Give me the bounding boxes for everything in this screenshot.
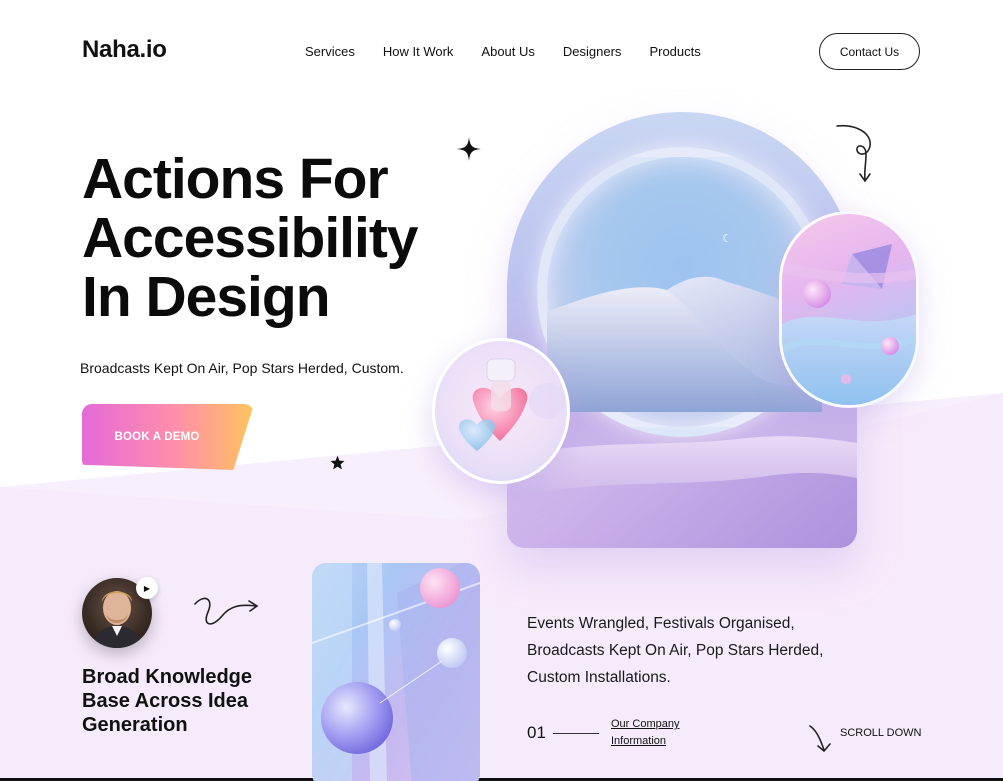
contact-us-button[interactable]: Contact Us (819, 33, 920, 70)
nav-about-us[interactable]: About Us (481, 44, 534, 59)
sparkle-icon (457, 137, 481, 161)
company-info-link[interactable]: Our Company Information (611, 716, 679, 750)
scroll-down-label[interactable]: SCROLL DOWN (840, 727, 922, 739)
section-heading-line: Base Across Idea (82, 690, 249, 712)
nav-designers[interactable]: Designers (563, 44, 622, 59)
hero-subtitle: Broadcasts Kept On Air, Pop Stars Herded… (80, 360, 404, 376)
abstract-pill-image (779, 211, 919, 408)
logo[interactable]: Naha.io (82, 36, 167, 64)
main-nav: Services How It Work About Us Designers … (305, 44, 701, 59)
divider-line (553, 733, 599, 734)
abstract-shapes-illustration (782, 244, 916, 405)
glass-hearts-illustration (458, 358, 565, 451)
spheres-illustration (312, 563, 480, 781)
slide-counter: 01 (527, 723, 546, 742)
section-heading: Broad Knowledge Base Across Idea Generat… (82, 665, 302, 737)
hero-title-line: In Design (82, 265, 331, 329)
company-link-line: Information (611, 735, 667, 747)
section-heading-line: Broad Knowledge (82, 666, 253, 688)
scroll-arrow-icon[interactable] (806, 722, 838, 754)
moon-icon: ☾ (722, 233, 732, 245)
book-demo-button[interactable]: BOOK A DEMO (82, 404, 254, 470)
nav-services[interactable]: Services (305, 44, 355, 59)
events-description: Events Wrangled, Festivals Organised, Br… (527, 615, 824, 686)
nav-products[interactable]: Products (649, 44, 700, 59)
star-icon (330, 455, 345, 470)
hero-title-line: Actions For (82, 147, 389, 211)
hero-title: Actions For Accessibility In Design (82, 150, 502, 327)
abstract-card-image (312, 563, 480, 781)
nav-how-it-work[interactable]: How It Work (383, 44, 454, 59)
company-link-line: Our Company (611, 718, 680, 730)
section-heading-line: Generation (82, 714, 188, 736)
hero-title-line: Accessibility (82, 206, 419, 270)
perfume-orb-image (432, 338, 570, 484)
squiggle-arrow-icon (194, 597, 259, 625)
play-icon[interactable]: ▶ (136, 577, 158, 599)
